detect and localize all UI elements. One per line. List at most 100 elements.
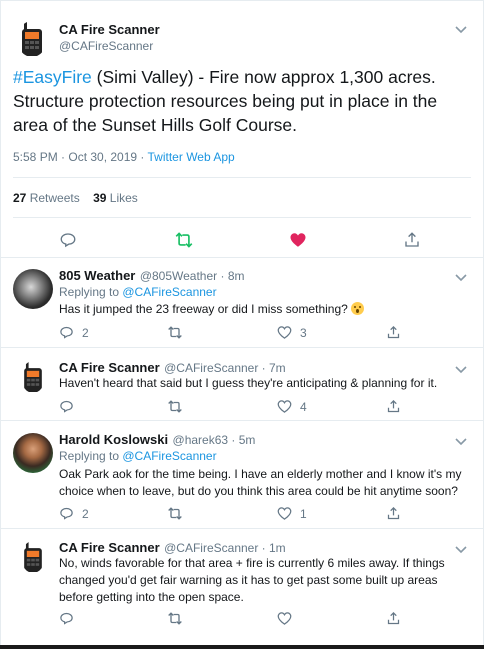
astonished-emoji-icon: [351, 302, 365, 315]
reply-text: Oak Park aok for the time being. I have …: [59, 467, 462, 498]
heart-outline-icon: [277, 400, 292, 413]
chevron-down-icon[interactable]: [455, 21, 467, 39]
tweet-thread: CA Fire Scanner @CAFireScanner #EasyFire…: [0, 0, 484, 649]
scanner-radio-icon: [24, 362, 42, 392]
divider: [13, 177, 471, 178]
replying-label: Replying to: [59, 449, 123, 463]
tweet-source[interactable]: Twitter Web App: [148, 150, 235, 164]
reply-button[interactable]: [59, 231, 77, 249]
share-button[interactable]: [386, 399, 401, 414]
retweet-button[interactable]: [167, 506, 183, 521]
reply-button[interactable]: 2: [59, 506, 89, 521]
like-button[interactable]: 1: [277, 506, 307, 521]
reply-header: 805 Weather @805Weather · 8m: [59, 267, 245, 285]
reply-icon: [60, 400, 73, 413]
reply-icon: [60, 326, 73, 339]
divider: [13, 217, 471, 218]
heart-icon: [290, 233, 306, 247]
retweet-button[interactable]: [167, 325, 183, 340]
reply-author-name[interactable]: CA Fire Scanner: [59, 360, 160, 375]
replying-to-handle[interactable]: @CAFireScanner: [122, 285, 216, 299]
author-avatar[interactable]: [17, 21, 47, 57]
reply-time[interactable]: · 8m: [217, 269, 244, 283]
reply-time[interactable]: · 7m: [258, 361, 286, 375]
share-icon: [387, 325, 400, 339]
author-name[interactable]: CA Fire Scanner: [59, 22, 160, 37]
reply-author-handle[interactable]: @harek63: [173, 433, 229, 447]
author-handle[interactable]: @CAFireScanner: [59, 39, 153, 53]
reply-tweet[interactable]: Harold Koslowski @harek63 · 5m Replying …: [1, 431, 484, 529]
reply-text: Has it jumped the 23 freeway or did I mi…: [59, 301, 469, 318]
replying-label: Replying to: [59, 285, 123, 299]
retweet-icon: [168, 612, 182, 625]
reply-author-name[interactable]: 805 Weather: [59, 268, 135, 283]
divider: [1, 257, 483, 258]
like-count: 1: [300, 506, 307, 521]
reply-icon: [60, 233, 76, 248]
reply-icon: [60, 612, 73, 625]
share-icon: [387, 611, 400, 625]
like-button[interactable]: 3: [277, 325, 307, 340]
share-button[interactable]: [386, 506, 401, 521]
like-button[interactable]: [289, 231, 307, 249]
retweet-icon: [168, 507, 182, 520]
like-count: 3: [300, 325, 307, 340]
retweet-button[interactable]: [167, 399, 183, 414]
hashtag-link[interactable]: #EasyFire: [13, 67, 92, 87]
divider: [1, 347, 483, 348]
reply-button[interactable]: [59, 399, 74, 414]
share-button[interactable]: [386, 325, 401, 340]
avatar[interactable]: [21, 541, 45, 573]
divider: [1, 528, 483, 529]
retweet-icon: [168, 326, 182, 339]
like-button[interactable]: 4: [277, 399, 307, 414]
divider: [1, 420, 483, 421]
retweets-label: Retweets: [29, 191, 80, 205]
avatar[interactable]: [13, 433, 53, 473]
tweet-stats: 27 Retweets 39 Likes: [13, 191, 138, 205]
reply-tweet[interactable]: CA Fire Scanner @CAFireScanner · 1m No, …: [1, 539, 484, 639]
reply-button[interactable]: 2: [59, 325, 89, 340]
reply-author-name[interactable]: Harold Koslowski: [59, 432, 168, 447]
reply-tweet[interactable]: 805 Weather @805Weather · 8m Replying to…: [1, 267, 484, 351]
likes-stat[interactable]: 39 Likes: [93, 191, 138, 205]
replying-to: Replying to @CAFireScanner: [59, 285, 217, 299]
retweet-button[interactable]: [167, 611, 183, 626]
scanner-radio-icon: [22, 22, 42, 56]
heart-outline-icon: [277, 326, 292, 339]
tweet-timestamp[interactable]: 5:58 PM · Oct 30, 2019 ·: [13, 150, 148, 164]
heart-outline-icon: [277, 507, 292, 520]
retweets-stat[interactable]: 27 Retweets: [13, 191, 80, 205]
reply-button[interactable]: [59, 611, 74, 626]
scanner-radio-icon: [24, 542, 42, 572]
reply-tweet[interactable]: CA Fire Scanner @CAFireScanner · 7m Have…: [1, 359, 484, 419]
reply-count: 2: [82, 506, 89, 521]
share-button[interactable]: [386, 611, 401, 626]
reply-author-handle[interactable]: @805Weather: [140, 269, 217, 283]
reply-text: No, winds favorable for that area + fire…: [59, 556, 445, 604]
avatar[interactable]: [13, 269, 53, 309]
share-button[interactable]: [403, 231, 421, 249]
avatar[interactable]: [21, 361, 45, 393]
reply-count: 2: [82, 325, 89, 340]
bottom-edge: [0, 645, 484, 649]
chevron-down-icon[interactable]: [455, 269, 467, 287]
retweets-count: 27: [13, 191, 27, 205]
share-icon: [405, 232, 419, 247]
reply-time[interactable]: · 1m: [258, 541, 286, 555]
chevron-down-icon[interactable]: [455, 433, 467, 451]
reply-author-handle[interactable]: @CAFireScanner: [164, 541, 258, 555]
retweet-button[interactable]: [174, 231, 194, 249]
replying-to-handle[interactable]: @CAFireScanner: [122, 449, 216, 463]
reply-time[interactable]: · 5m: [228, 433, 255, 447]
reply-author-name[interactable]: CA Fire Scanner: [59, 540, 160, 555]
share-icon: [387, 399, 400, 413]
reply-author-handle[interactable]: @CAFireScanner: [164, 361, 258, 375]
tweet-actions: [1, 227, 484, 253]
retweet-icon: [175, 232, 193, 248]
reply-icon: [60, 507, 73, 520]
share-icon: [387, 506, 400, 520]
tweet-text: #EasyFire (Simi Valley) - Fire now appro…: [13, 65, 473, 137]
like-button[interactable]: [277, 611, 292, 626]
reply-header: Harold Koslowski @harek63 · 5m: [59, 431, 255, 449]
